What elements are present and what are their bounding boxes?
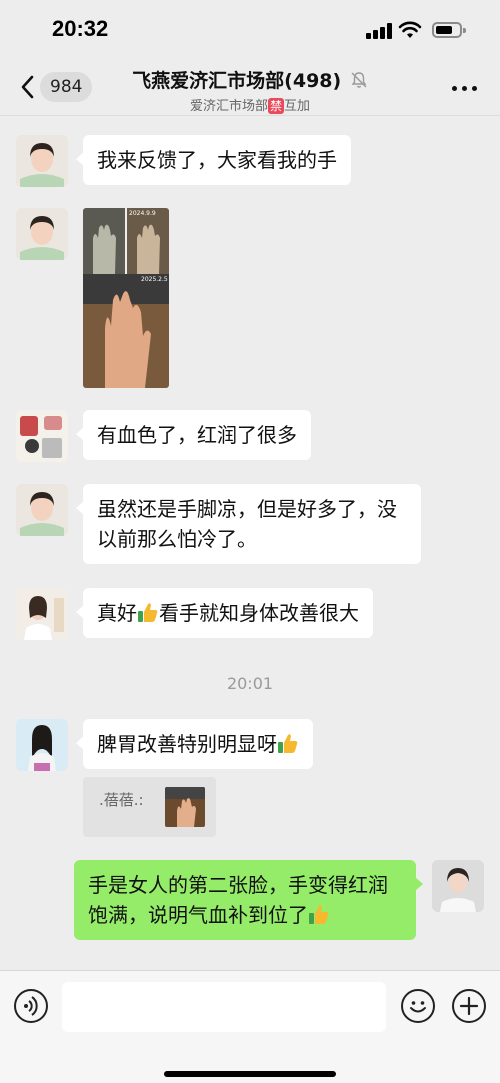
status-bar: 20:32 <box>0 0 500 60</box>
subtitle-badge: 禁 <box>267 98 284 114</box>
message-bubble[interactable]: 有血色了，红润了很多 <box>76 410 311 460</box>
home-indicator <box>164 1071 336 1077</box>
more-options-icon[interactable] <box>452 86 478 92</box>
avatar[interactable] <box>16 135 68 187</box>
quoted-message[interactable]: .蓓蓓.: <box>83 777 216 837</box>
message-text: 手是女人的第二张脸，手变得红润饱满，说明气血补到位了 <box>88 873 388 927</box>
avatar[interactable] <box>16 208 68 260</box>
back-icon[interactable] <box>18 74 38 100</box>
avatar[interactable] <box>16 484 68 536</box>
wifi-icon <box>398 21 422 38</box>
message-bubble[interactable]: 脾胃改善特别明显呀 <box>76 719 313 769</box>
quote-sender: .蓓蓓.: <box>99 791 144 809</box>
photo-date-label: 2024.9.9 <box>129 210 156 217</box>
plus-icon[interactable] <box>452 989 486 1023</box>
subtitle-suffix: 互加 <box>284 99 311 114</box>
chat-title: 飞燕爱济汇市场部(498) <box>100 66 400 93</box>
emoji-icon[interactable] <box>401 989 435 1023</box>
voice-input-icon[interactable] <box>14 989 48 1023</box>
mute-bell-icon <box>351 72 367 88</box>
thumbs-up-emoji-icon <box>278 734 298 753</box>
message-bubble[interactable]: 真好 看手就知身体改善很大 <box>76 588 373 638</box>
unread-count-badge[interactable]: 984 <box>40 72 93 102</box>
avatar[interactable] <box>16 588 68 640</box>
hand-photo-message[interactable]: 2024.9.9 2025.2.5 <box>83 208 169 388</box>
avatar[interactable] <box>16 719 68 771</box>
subtitle-prefix: 爱济汇市场部 <box>189 99 268 114</box>
signal-icon <box>366 23 392 39</box>
input-bar <box>0 970 500 1083</box>
photo-date-label: 2025.2.5 <box>141 276 168 283</box>
quoted-photo-thumbnail[interactable] <box>165 787 205 827</box>
chat-title-area[interactable]: 飞燕爱济汇市场部(498) 爱济汇市场部禁互加 <box>100 66 400 114</box>
avatar[interactable] <box>16 410 68 462</box>
chat-header: 984 飞燕爱济汇市场部(498) 爱济汇市场部禁互加 <box>0 60 500 116</box>
status-time: 20:32 <box>52 16 109 41</box>
battery-icon <box>432 22 466 38</box>
message-timestamp: 20:01 <box>226 674 274 693</box>
message-input[interactable] <box>62 982 386 1032</box>
message-text: 脾胃改善特别明显呀 <box>97 732 277 756</box>
message-bubble[interactable]: 虽然还是手脚凉，但是好多了，没以前那么怕冷了。 <box>76 484 421 564</box>
thumbs-up-emoji-icon <box>309 905 329 924</box>
chat-title-text: 飞燕爱济汇市场部(498) <box>132 70 342 92</box>
message-bubble[interactable]: 我来反馈了，大家看我的手 <box>76 135 351 185</box>
message-bubble-self[interactable]: 手是女人的第二张脸，手变得红润饱满，说明气血补到位了 <box>74 860 423 940</box>
chat-subtitle: 爱济汇市场部禁互加 <box>100 95 400 114</box>
thumbs-up-emoji-icon <box>138 603 158 622</box>
self-avatar[interactable] <box>432 860 484 912</box>
message-text: 真好 <box>97 601 137 625</box>
message-text: 看手就知身体改善很大 <box>159 601 359 625</box>
